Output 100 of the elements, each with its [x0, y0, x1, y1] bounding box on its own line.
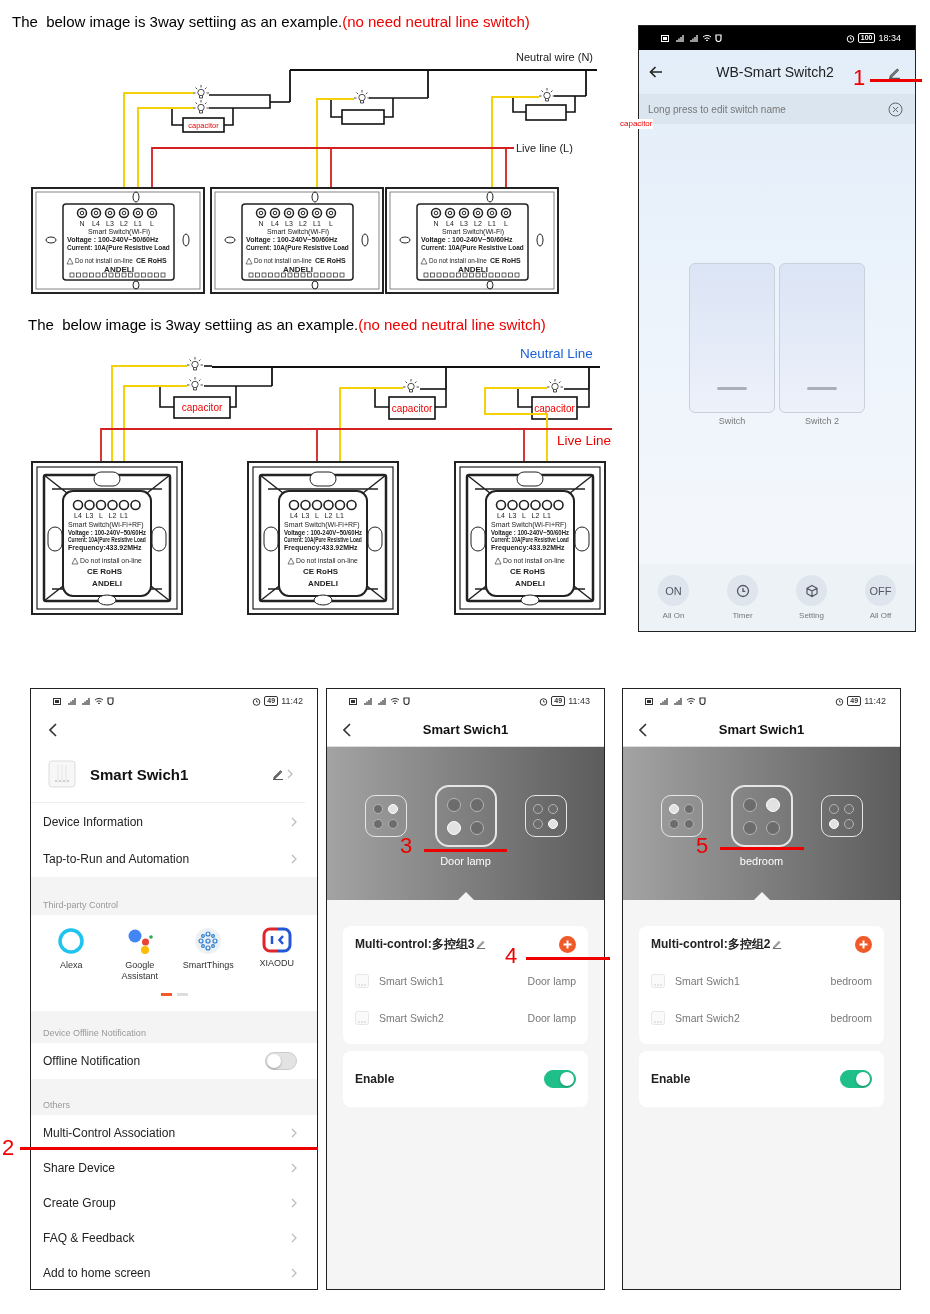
sim-icon [53, 697, 63, 705]
toggle-switch[interactable] [544, 1070, 576, 1088]
action-label: Timer [732, 611, 753, 620]
edit-icon[interactable] [272, 768, 284, 780]
annotation-number: 4 [505, 944, 518, 968]
menu-item[interactable]: Create Group [31, 1185, 317, 1220]
gang-selector[interactable] [660, 795, 703, 837]
service-item[interactable]: SmartThings [174, 927, 243, 971]
device-thumbnail-icon [48, 760, 76, 788]
service-item[interactable]: XIAODU [242, 927, 311, 969]
signal-icon [658, 697, 669, 705]
capacitor-lead [159, 385, 175, 408]
wifi-icon [94, 697, 104, 705]
capacitor-lead [383, 97, 394, 118]
alarm-icon [835, 696, 845, 706]
switch-label: Switch [718, 415, 746, 426]
capacitor-lead [565, 95, 576, 113]
close-icon[interactable] [888, 101, 903, 117]
signal-icon [688, 34, 699, 42]
toggle-switch[interactable] [840, 1070, 872, 1088]
back-icon[interactable] [639, 722, 647, 737]
device-name: Smart Swich2 [379, 1011, 445, 1024]
action-label: All On [662, 611, 685, 620]
gang-selector[interactable] [820, 795, 863, 837]
capacitor-label: capacitor [534, 402, 575, 414]
gang-selector[interactable] [364, 795, 407, 837]
screen-title: WB-Smart Switch2 [716, 64, 834, 80]
chevron-right-icon [291, 1232, 297, 1243]
capacitor-lead [374, 387, 390, 408]
back-icon[interactable] [343, 722, 351, 737]
capacitor-label: capacitor [619, 119, 654, 129]
menu-item[interactable]: Add to home screen [31, 1255, 317, 1289]
menu-item[interactable]: Tap-to-Run and Automation [31, 840, 317, 877]
menu-item[interactable]: Device Information [31, 803, 317, 840]
chevron-right-icon [291, 1162, 297, 1173]
service-item[interactable]: Google Assistant [105, 927, 174, 982]
back-arrow-icon[interactable] [649, 66, 663, 78]
device-thumbnail-icon [651, 1010, 665, 1025]
warning-icon [66, 257, 74, 265]
switch-key[interactable] [779, 262, 865, 413]
wifi-icon [390, 697, 400, 705]
neutral-label: Neutral wire (N) [516, 51, 593, 63]
warning-icon [245, 257, 253, 265]
capacitor-symbol [341, 109, 385, 125]
capacitor-lead [512, 96, 527, 113]
capacitor-label: capacitor [391, 402, 433, 414]
capacitor-symbol [531, 396, 578, 420]
device-thumbnail-icon [355, 1010, 369, 1025]
lamp-wire [553, 95, 587, 97]
note-text: (no need neutral line switch) [342, 13, 530, 30]
hint-text: Long press to edit switch name [648, 103, 786, 115]
brand-label: ANDELI [458, 264, 488, 274]
edit-icon[interactable] [476, 939, 487, 949]
menu-item[interactable]: FAQ & Feedback [31, 1220, 317, 1255]
annotation-number: 5 [696, 834, 709, 858]
group-title: Multi-control:多控组3 [355, 935, 475, 953]
switch-all-button[interactable]: OFF [865, 575, 896, 606]
switch-all-button[interactable]: ON [658, 575, 689, 606]
add-button[interactable] [855, 935, 872, 953]
signal-icon [674, 34, 685, 42]
certification-text: CE RoHS [87, 567, 123, 576]
add-button[interactable] [559, 935, 576, 953]
menu-item[interactable]: Share Device [31, 1150, 317, 1185]
service-item[interactable]: Alexa [37, 927, 106, 971]
warning-icon [420, 257, 428, 265]
toggle-switch[interactable] [265, 1052, 297, 1070]
edit-icon[interactable] [772, 939, 783, 949]
clock-time: 11:43 [568, 696, 590, 706]
gang-selector[interactable] [524, 795, 567, 837]
shield-icon [107, 697, 114, 705]
alarm-icon [252, 696, 262, 706]
device-name: Smart Swich1 [90, 765, 190, 783]
switch-name: bedroom [830, 974, 872, 987]
note-text: (no need neutral line switch) [358, 316, 546, 333]
gang-label: bedroom [739, 855, 784, 867]
bulb-icon [546, 378, 564, 393]
timer-button[interactable] [727, 575, 758, 606]
back-icon[interactable] [49, 722, 57, 737]
alarm-icon [845, 33, 855, 43]
live-label: Live line (L) [516, 142, 573, 154]
switch-key[interactable] [689, 262, 775, 413]
section-header: Device Offline Notification [31, 1011, 317, 1043]
brand-label: ANDELI [283, 264, 313, 274]
group-title: Multi-control:多控组2 [651, 935, 771, 953]
gang-selector[interactable] [434, 785, 497, 847]
switch-name: Door lamp [527, 1011, 576, 1024]
screen-title: Smart Swich1 [717, 722, 806, 737]
switch-name: Door lamp [527, 974, 576, 987]
capacitor-symbol [388, 396, 436, 420]
bulb-icon [538, 87, 556, 102]
menu-item[interactable]: Multi-Control Association [31, 1115, 317, 1150]
capacitor-lead [171, 107, 184, 126]
signal-icon [66, 697, 77, 705]
annotation-number: 2 [2, 1136, 15, 1160]
brand-label: ANDELI [104, 264, 134, 274]
setting-button[interactable] [796, 575, 827, 606]
bulb-icon [353, 89, 371, 104]
bulb-icon [186, 376, 204, 391]
switch-name: bedroom [830, 1011, 872, 1024]
chevron-right-icon [291, 1267, 297, 1278]
